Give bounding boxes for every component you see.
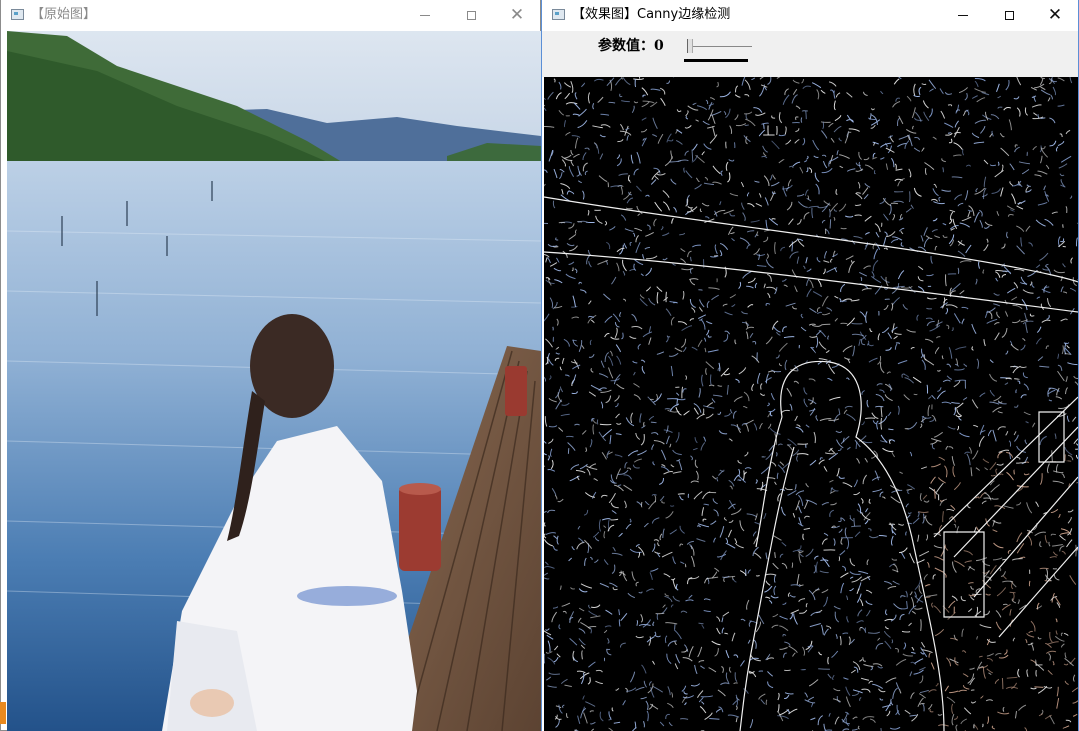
app-window-icon: [552, 9, 565, 20]
threshold-slider[interactable]: [684, 39, 754, 65]
close-button[interactable]: ✕: [1032, 0, 1078, 31]
trackbar-panel: 参数值：0: [542, 31, 1078, 77]
maximize-icon: [1004, 11, 1014, 20]
slider-focus-bar: [684, 59, 748, 62]
original-image-window[interactable]: 【原始图】 ✕: [0, 0, 541, 731]
minimize-icon: [958, 15, 968, 16]
trackbar-label: 参数值：0: [598, 38, 664, 54]
slider-thumb[interactable]: [687, 39, 693, 53]
minimize-button[interactable]: [940, 0, 986, 31]
canny-result-window[interactable]: 【效果图】Canny边缘检测 ✕ 参数值：0: [541, 0, 1079, 731]
canny-edge-image: [544, 77, 1078, 731]
taskbar-edge: [0, 702, 6, 724]
slider-track: [688, 46, 752, 47]
maximize-button[interactable]: [986, 0, 1032, 31]
result-window-title: 【效果图】Canny边缘检测: [572, 7, 731, 22]
app-window-icon: [11, 9, 24, 20]
result-window-titlebar[interactable]: 【效果图】Canny边缘检测 ✕: [542, 0, 1078, 31]
original-window-titlebar[interactable]: 【原始图】 ✕: [1, 0, 540, 31]
close-icon: ✕: [1047, 5, 1063, 25]
original-photo: [7, 31, 541, 731]
minimize-button[interactable]: [402, 0, 448, 31]
maximize-icon: [466, 11, 476, 20]
minimize-icon: [420, 15, 430, 16]
trackbar-value: 0: [654, 38, 664, 54]
original-window-title: 【原始图】: [31, 7, 97, 22]
maximize-button[interactable]: [448, 0, 494, 31]
close-button[interactable]: ✕: [494, 0, 540, 31]
close-icon: ✕: [509, 5, 525, 25]
